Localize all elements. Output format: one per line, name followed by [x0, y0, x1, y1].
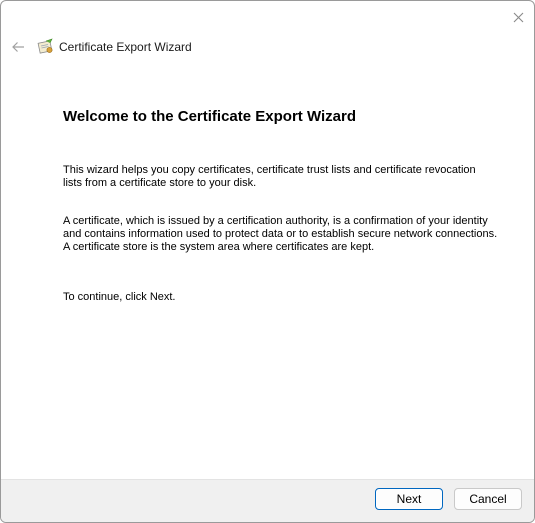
- next-button[interactable]: Next: [375, 488, 443, 510]
- wizard-content: Welcome to the Certificate Export Wizard…: [63, 107, 503, 303]
- back-button[interactable]: [9, 38, 27, 56]
- certificate-icon: [37, 38, 53, 54]
- description-paragraph-1: This wizard helps you copy certificates,…: [63, 164, 476, 189]
- back-arrow-icon: [12, 42, 24, 52]
- page-heading: Welcome to the Certificate Export Wizard: [63, 108, 356, 125]
- wizard-window: Certificate Export Wizard Welcome to the…: [0, 0, 535, 523]
- continue-instruction: To continue, click Next.: [63, 291, 176, 303]
- button-bar: Next Cancel: [1, 479, 534, 522]
- description-paragraph-2: A certificate, which is issued by a cert…: [63, 215, 498, 253]
- close-icon: [513, 12, 523, 22]
- wizard-title: Certificate Export Wizard: [59, 40, 192, 54]
- cancel-button[interactable]: Cancel: [454, 488, 522, 510]
- wizard-header: Certificate Export Wizard: [9, 37, 192, 57]
- close-button[interactable]: [508, 7, 528, 27]
